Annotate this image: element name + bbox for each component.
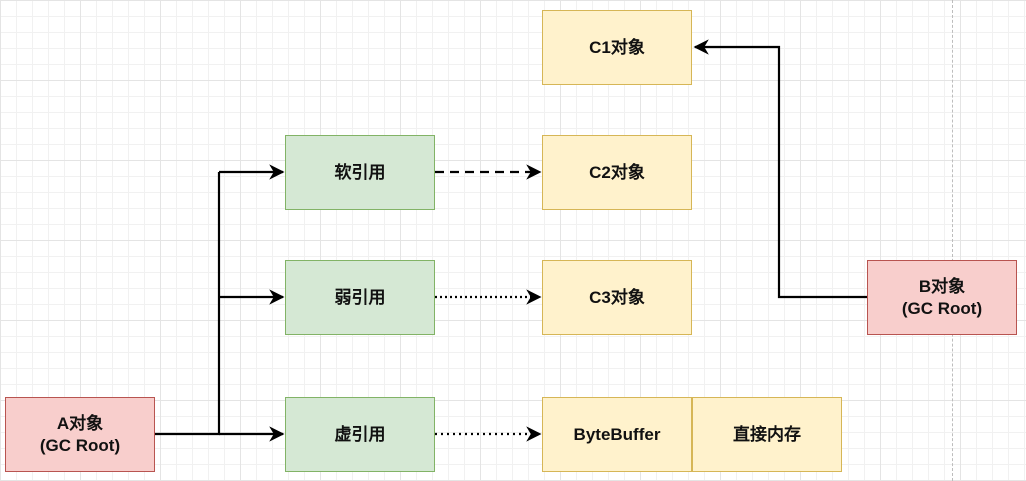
phantom-reference-label: 虚引用	[334, 424, 386, 444]
bytebuffer-node[interactable]: ByteBuffer	[542, 397, 692, 472]
c2-object-label: C2对象	[589, 162, 645, 182]
weak-reference-label: 弱引用	[334, 287, 386, 307]
bytebuffer-label: ByteBuffer	[573, 424, 661, 444]
soft-reference-node[interactable]: 软引用	[285, 135, 435, 210]
a-object-label: A对象 (GC Root)	[39, 414, 121, 455]
direct-memory-label: 直接内存	[733, 424, 801, 444]
phantom-reference-node[interactable]: 虚引用	[285, 397, 435, 472]
c2-object-node[interactable]: C2对象	[542, 135, 692, 210]
c3-object-label: C3对象	[589, 287, 645, 307]
soft-reference-label: 软引用	[334, 162, 386, 182]
edge-a-trunk	[155, 172, 221, 436]
c1-object-label: C1对象	[589, 37, 645, 57]
a-object-gc-root-node[interactable]: A对象 (GC Root)	[5, 397, 155, 472]
c1-object-node[interactable]: C1对象	[542, 10, 692, 85]
weak-reference-node[interactable]: 弱引用	[285, 260, 435, 335]
b-object-label: B对象 (GC Root)	[901, 277, 983, 318]
b-object-gc-root-node[interactable]: B对象 (GC Root)	[867, 260, 1017, 335]
c3-object-node[interactable]: C3对象	[542, 260, 692, 335]
edge-b-to-c1	[693, 39, 867, 299]
direct-memory-node[interactable]: 直接内存	[692, 397, 842, 472]
